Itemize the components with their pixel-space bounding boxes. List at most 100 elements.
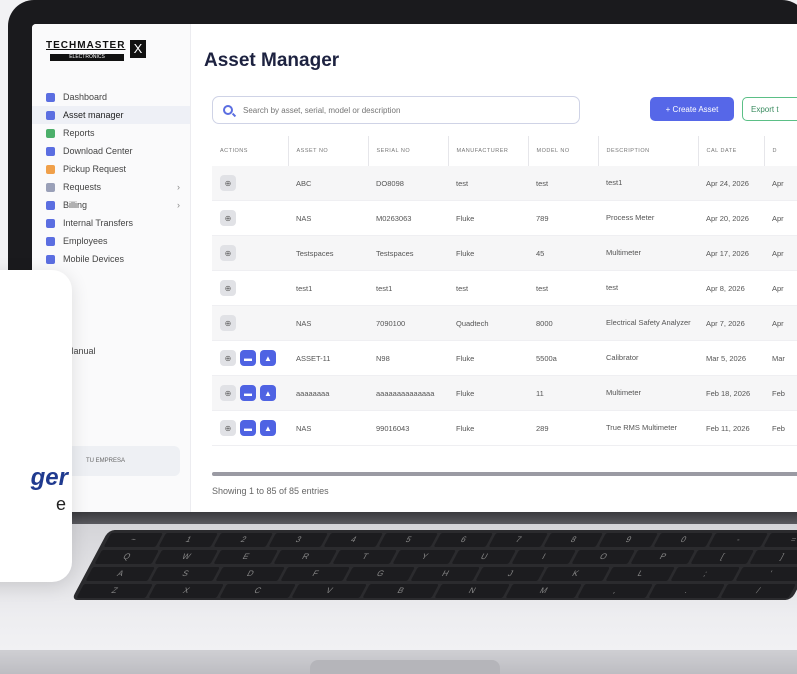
sidebar-item-label: Requests bbox=[63, 182, 102, 192]
upload-icon[interactable]: ▲ bbox=[260, 385, 276, 401]
sidebar-item-mobile-devices[interactable]: Mobile Devices bbox=[32, 250, 190, 268]
search-input[interactable] bbox=[241, 104, 565, 116]
sidebar-item-employees[interactable]: Employees bbox=[32, 232, 190, 250]
keyboard-key: 5 bbox=[378, 533, 439, 547]
table-row[interactable]: ⊕ ▬ ▲ aaaaaaaa aaaaaaaaaaaaaa Fluke 11 Multimet… bbox=[212, 375, 797, 411]
horizontal-scrollbar[interactable] bbox=[212, 472, 797, 476]
keyboard-key: 9 bbox=[598, 533, 659, 547]
keyboard-key: N bbox=[433, 584, 510, 598]
asset-table: ACTIONS ASSET NO SERIAL NO MANUFACTURER MODE… bbox=[212, 136, 797, 446]
view-details-icon[interactable]: ⊕ bbox=[220, 175, 236, 191]
cal-date-cell: Apr 8, 2026 bbox=[698, 270, 764, 306]
nav-icon bbox=[46, 218, 55, 228]
keyboard-key: H bbox=[410, 567, 480, 581]
table-row[interactable]: ⊕ NAS M0263063 Fluke 789 Process Meter Apr 20,… bbox=[212, 200, 797, 236]
keyboard-key: ~ bbox=[103, 533, 164, 547]
keyboard-key: L bbox=[605, 567, 675, 581]
sidebar-item-requests[interactable]: Requests › bbox=[32, 178, 190, 196]
table-row[interactable]: ⊕ ABC DO8098 test test test1 Apr 24, 2026 Apr bbox=[212, 166, 797, 201]
manufacturer-cell: test bbox=[448, 270, 528, 306]
edit-icon[interactable]: ▬ bbox=[240, 385, 256, 401]
asset-no-cell: Testspaces bbox=[288, 235, 368, 271]
search-box[interactable] bbox=[212, 96, 580, 124]
column-header[interactable]: SERIAL NO bbox=[368, 136, 449, 166]
keyboard-key: J bbox=[475, 567, 545, 581]
manufacturer-cell: test bbox=[448, 166, 528, 201]
view-details-icon[interactable]: ⊕ bbox=[220, 420, 236, 436]
export-button[interactable]: Export t bbox=[742, 97, 797, 121]
edit-icon[interactable]: ▬ bbox=[240, 420, 256, 436]
sidebar-item-billing[interactable]: Billing › bbox=[32, 196, 190, 214]
manufacturer-cell: Fluke bbox=[448, 200, 528, 236]
column-header[interactable]: ASSET NO bbox=[288, 136, 369, 166]
view-details-icon[interactable]: ⊕ bbox=[220, 280, 236, 296]
view-details-icon[interactable]: ⊕ bbox=[220, 210, 236, 226]
column-header[interactable]: MODEL NO bbox=[528, 136, 599, 166]
view-details-icon[interactable]: ⊕ bbox=[220, 245, 236, 261]
laptop-hinge bbox=[0, 512, 797, 524]
column-header[interactable]: D bbox=[764, 136, 797, 166]
keyboard-row: A S D F G H J K L; ' bbox=[81, 564, 797, 581]
table-row[interactable]: ⊕ test1 test1 test test test Apr 8, 2026 Apr bbox=[212, 270, 797, 306]
manufacturer-cell: Quadtech bbox=[448, 305, 528, 341]
keyboard-key: / bbox=[719, 584, 796, 598]
create-asset-button[interactable]: + Create Asset bbox=[650, 97, 734, 121]
table-row[interactable]: ⊕ Testspaces Testspaces Fluke 45 Multimeter Ap… bbox=[212, 235, 797, 271]
sidebar-item-reports[interactable]: Reports bbox=[32, 124, 190, 142]
asset-no-cell: NAS bbox=[288, 305, 368, 341]
table-row[interactable]: ⊕ ▬ ▲ ASSET-11 N98 Fluke 5500a Calibrator Mar 5,… bbox=[212, 340, 797, 376]
edit-icon[interactable]: ▬ bbox=[240, 350, 256, 366]
keyboard-key: 0 bbox=[653, 533, 714, 547]
keyboard-key: Z bbox=[76, 584, 153, 598]
keyboard-key: [ bbox=[690, 550, 755, 564]
keyboard-key: X bbox=[147, 584, 224, 598]
sidebar-item-download-center[interactable]: Download Center bbox=[32, 142, 190, 160]
keyboard-key: 6 bbox=[433, 533, 494, 547]
model-no-cell: 289 bbox=[528, 410, 598, 446]
keyboard-key: , bbox=[576, 584, 653, 598]
column-header[interactable]: ACTIONS bbox=[212, 136, 289, 166]
view-details-icon[interactable]: ⊕ bbox=[220, 315, 236, 331]
model-no-cell: 5500a bbox=[528, 340, 598, 376]
row-actions: ⊕ ▬ ▲ bbox=[212, 340, 288, 376]
due-date-cell: Apr bbox=[764, 305, 797, 341]
sidebar-item-dashboard[interactable]: Dashboard bbox=[32, 88, 190, 106]
due-date-cell: Apr bbox=[764, 200, 797, 236]
upload-icon[interactable]: ▲ bbox=[260, 420, 276, 436]
serial-no-cell: N98 bbox=[368, 340, 448, 376]
description-cell: Multimeter bbox=[598, 375, 698, 411]
asset-no-cell: NAS bbox=[288, 200, 368, 236]
view-details-icon[interactable]: ⊕ bbox=[220, 385, 236, 401]
column-header[interactable]: CAL DATE bbox=[698, 136, 765, 166]
model-no-cell: 45 bbox=[528, 235, 598, 271]
sidebar-item-label: Download Center bbox=[63, 146, 133, 156]
description-cell: Process Meter bbox=[598, 200, 698, 236]
column-header[interactable]: DESCRIPTION bbox=[598, 136, 699, 166]
row-actions: ⊕ ▬ ▲ bbox=[212, 375, 288, 411]
column-header[interactable]: MANUFACTURER bbox=[448, 136, 529, 166]
view-details-icon[interactable]: ⊕ bbox=[220, 350, 236, 366]
keyboard-key: ; bbox=[670, 567, 740, 581]
row-actions: ⊕ bbox=[212, 166, 288, 201]
sidebar-item-internal-transfers[interactable]: Internal Transfers bbox=[32, 214, 190, 232]
description-cell: Multimeter bbox=[598, 235, 698, 271]
keyboard-key: O bbox=[571, 550, 636, 564]
sidebar-item-asset-manager[interactable]: Asset manager bbox=[32, 106, 190, 124]
table-row[interactable]: ⊕ NAS 7090100 Quadtech 8000 Electrical Safety… bbox=[212, 305, 797, 341]
asset-no-cell: ASSET-11 bbox=[288, 340, 368, 376]
upload-icon[interactable]: ▲ bbox=[260, 350, 276, 366]
cal-date-cell: Apr 7, 2026 bbox=[698, 305, 764, 341]
entries-count: Showing 1 to 85 of 85 entries bbox=[212, 486, 329, 496]
due-date-cell: Apr bbox=[764, 270, 797, 306]
keyboard-key: E bbox=[213, 550, 278, 564]
due-date-cell: Apr bbox=[764, 166, 797, 201]
keyboard-key: K bbox=[540, 567, 610, 581]
promo-card: ger e bbox=[0, 270, 72, 582]
search-icon bbox=[223, 105, 233, 115]
table-row[interactable]: ⊕ ▬ ▲ NAS 99016043 Fluke 289 True RMS Multimete… bbox=[212, 410, 797, 446]
description-cell: Electrical Safety Analyzer bbox=[598, 305, 698, 341]
description-cell: Calibrator bbox=[598, 340, 698, 376]
sidebar-item-pickup-request[interactable]: Pickup Request bbox=[32, 160, 190, 178]
scrollbar-thumb[interactable] bbox=[212, 472, 797, 476]
nav-icon bbox=[46, 200, 55, 210]
